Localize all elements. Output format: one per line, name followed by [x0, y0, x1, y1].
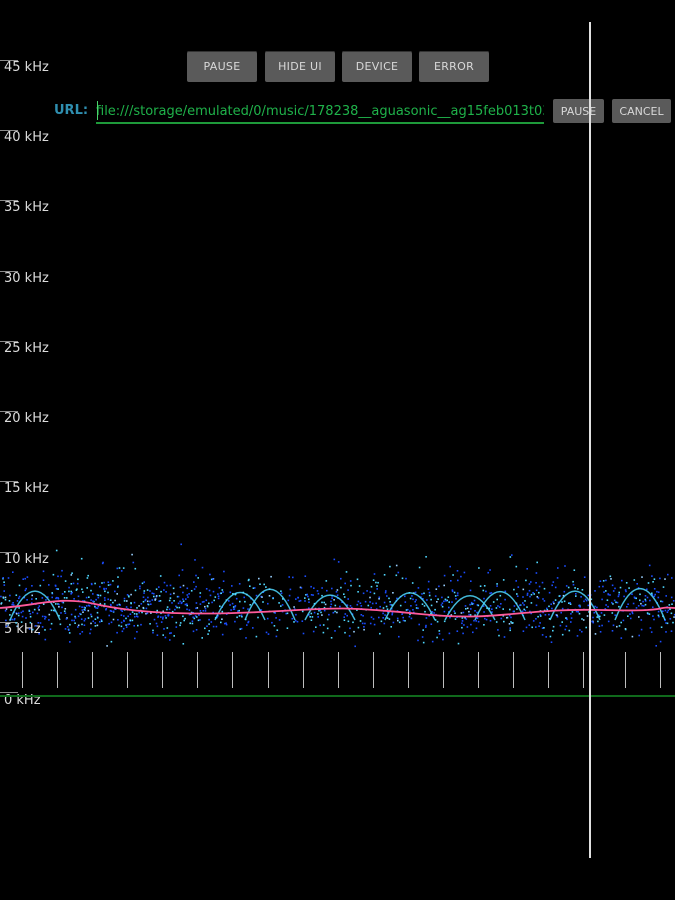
- freq-label-45khz: 45 kHz: [4, 60, 49, 75]
- url-input[interactable]: [96, 100, 544, 124]
- pause-button[interactable]: PAUSE: [187, 51, 257, 82]
- beat-tick: [92, 652, 93, 688]
- spectrogram-noise: [0, 543, 675, 648]
- text-cursor: [97, 101, 98, 120]
- url-cancel-button[interactable]: CANCEL: [612, 99, 671, 123]
- beat-tick: [513, 652, 514, 688]
- freq-label-30khz: 30 kHz: [4, 271, 49, 286]
- beat-tick: [338, 652, 339, 688]
- beat-tick: [162, 652, 163, 688]
- spectrogram-arcs: [9, 588, 666, 621]
- beat-tick: [373, 652, 374, 688]
- beat-tick: [583, 652, 584, 688]
- beat-tick: [268, 652, 269, 688]
- beat-tick: [57, 652, 58, 688]
- beat-tick: [197, 652, 198, 688]
- url-label: URL:: [54, 103, 89, 118]
- spectrogram-display: [0, 543, 675, 648]
- playhead-line[interactable]: [589, 22, 591, 858]
- spectrogram-fundamental: [0, 599, 675, 618]
- beat-tick: [443, 652, 444, 688]
- freq-label-25khz: 25 kHz: [4, 341, 49, 356]
- device-button[interactable]: DEVICE: [342, 51, 412, 82]
- freq-label-40khz: 40 kHz: [4, 130, 49, 145]
- beat-tick: [478, 652, 479, 688]
- baseline: [0, 695, 675, 697]
- beat-tick: [232, 652, 233, 688]
- beat-markers: [0, 652, 675, 692]
- freq-label-15khz: 15 kHz: [4, 481, 49, 496]
- beat-tick: [127, 652, 128, 688]
- beat-tick: [408, 652, 409, 688]
- error-button[interactable]: ERROR: [419, 51, 489, 82]
- hide-ui-button[interactable]: HIDE UI: [265, 51, 335, 82]
- beat-tick: [548, 652, 549, 688]
- url-pause-button[interactable]: PAUSE: [553, 99, 604, 123]
- beat-tick: [660, 652, 661, 688]
- freq-label-20khz: 20 kHz: [4, 411, 49, 426]
- freq-label-35khz: 35 kHz: [4, 200, 49, 215]
- beat-tick: [22, 652, 23, 688]
- beat-tick: [303, 652, 304, 688]
- beat-tick: [625, 652, 626, 688]
